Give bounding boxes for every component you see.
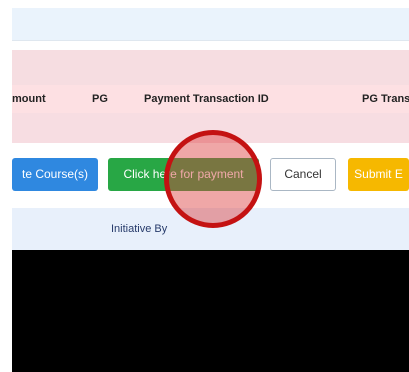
column-header-pg-trans: PG Trans [362,93,409,105]
delete-courses-button[interactable]: te Course(s) [12,158,98,191]
column-header-amount: mount [12,93,46,105]
pink-row-top [12,50,409,85]
blank-region [12,250,409,372]
column-header-payment-transaction-id: Payment Transaction ID [144,93,269,105]
submit-button[interactable]: Submit E [348,158,409,191]
table-header: mount PG Payment Transaction ID PG Trans [12,85,409,113]
cancel-button[interactable]: Cancel [270,158,336,191]
column-header-pg: PG [92,93,108,105]
highlight-circle [164,130,262,228]
initiative-by-label: Initiative By [111,223,168,235]
top-banner [12,8,409,41]
